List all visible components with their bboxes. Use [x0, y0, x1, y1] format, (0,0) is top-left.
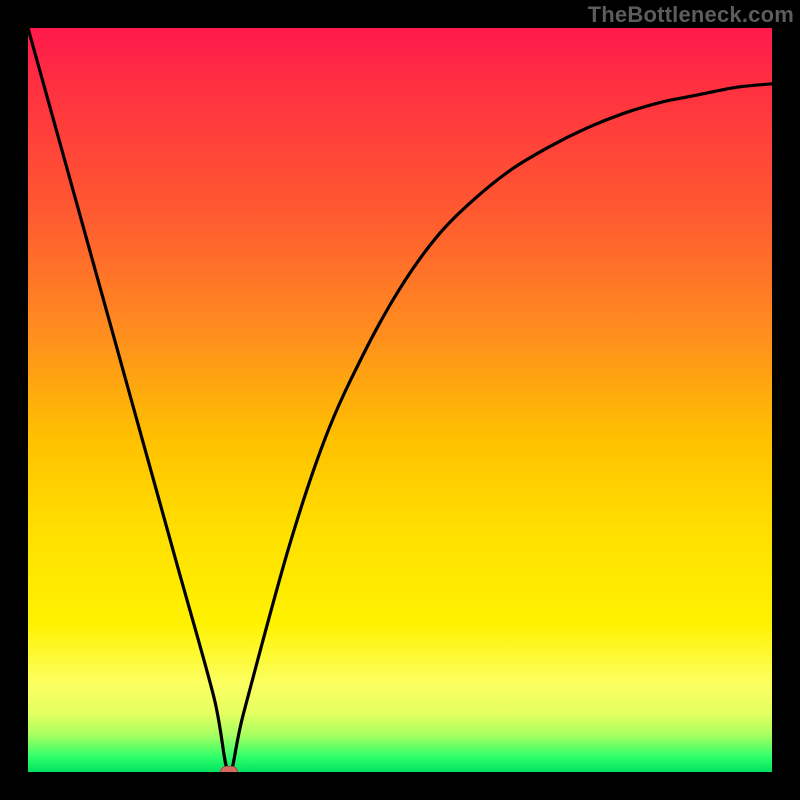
plot-area	[28, 28, 772, 772]
chart-frame: TheBottleneck.com	[0, 0, 800, 800]
curve-path	[28, 28, 772, 772]
bottleneck-curve	[28, 28, 772, 772]
attribution-label: TheBottleneck.com	[588, 2, 794, 28]
optimal-point-marker	[220, 766, 238, 772]
